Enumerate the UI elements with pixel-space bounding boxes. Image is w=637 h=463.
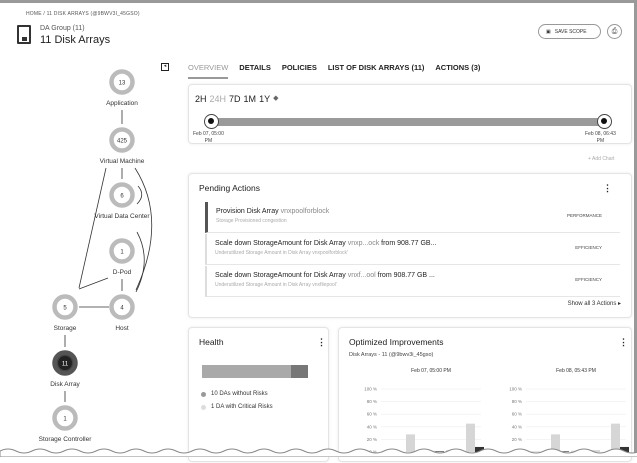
breadcrumb[interactable]: HOME / 11 DISK ARRAYS (@9BWV3I_45GSO) [26,11,140,17]
tab-bar: OVERVIEW DETAILS POLICIES LIST OF DISK A… [188,63,480,79]
save-icon: ▣ [546,28,551,35]
health-card: Health ⋮ 10 DAs without Risks 1 DA with … [188,327,329,462]
node-label: Storage Controller [39,436,93,443]
supply-chain-graph: 13 Application 425 Virtual Machine 6Virtual … [39,69,153,444]
graph-node-host[interactable]: 4Host [109,294,135,333]
y-tick-label: 80 % [512,399,522,404]
y-tick-label: 80 % [367,399,377,404]
graph-node-virtual-data-center[interactable]: 6Virtual Data Center [94,182,150,221]
y-tick-label: 40 % [367,424,377,429]
action-item[interactable]: Scale down StorageAmount for Disk Array … [205,266,620,297]
pending-actions-title: Pending Actions [199,183,260,193]
y-tick-label: 100 % [509,387,522,392]
graph-edge [135,231,145,293]
pending-actions-card: Pending Actions ⋮ Provision Disk Array v… [188,173,632,318]
optimized-charts: Feb 07, 05:00 PM100 %80 %60 %40 %20 %0 %… [364,368,629,455]
y-tick-label: 100 % [364,387,377,392]
y-tick-label: 40 % [512,424,522,429]
node-label: Disk Array [50,381,80,388]
graph-node-disk-array[interactable]: 11 Disk Array [50,350,81,389]
range-7d[interactable]: 7D [229,94,241,104]
graph-edge [78,167,107,289]
tab-overview[interactable]: OVERVIEW [188,63,229,79]
tab-details[interactable]: DETAILS [239,63,271,79]
timeline-end-label: Feb 08, 06:43 PM [585,131,616,144]
range-2h[interactable]: 2H [195,94,207,104]
legend-critical: 1 DA with Critical Risks [201,404,273,410]
node-label: Storage [54,325,77,332]
action-category: EFFICIENCY [575,245,602,250]
chart-title: Feb 07, 05:00 PM [411,368,451,374]
chart-title: Feb 08, 05:43 PM [556,368,596,374]
y-tick-label: 60 % [512,412,522,417]
range-24h[interactable]: 24H [210,94,227,104]
optimized-improvements-card: Optimized Improvements Disk Arrays - 11 … [338,327,632,462]
tab-list-of-disk-arrays[interactable]: LIST OF DISK ARRAYS (11) [328,63,425,79]
graph-node-storage[interactable]: 5Storage [52,294,78,333]
y-tick-label: 60 % [367,412,377,417]
print-button[interactable]: ⎙ [607,24,622,39]
collapse-panel-button[interactable]: ◂ [161,63,169,71]
add-chart-link[interactable]: + Add Chart [588,156,615,162]
action-category: EFFICIENCY [575,277,602,282]
node-label: Application [106,100,138,107]
node-label: Host [115,325,129,332]
legend-without-risk: 10 DAs without Risks [201,391,268,397]
graph-node-virtual-machine[interactable]: 425 Virtual Machine [100,127,145,166]
action-category: PERFORMANCE [566,213,602,218]
node-label: D-Pod [113,269,132,276]
graph-edge [78,277,109,290]
more-options-icon[interactable]: ⋮ [603,183,612,194]
timeline-start-handle[interactable] [204,114,219,129]
graph-node-storage-controller[interactable]: 1Storage Controller [39,405,93,444]
node-count: 13 [119,81,126,87]
range-1y[interactable]: 1Y [259,94,270,104]
graph-node-d-pod[interactable]: 1D-Pod [109,238,135,277]
node-count: 11 [62,362,69,368]
action-item[interactable]: Provision Disk Array vnxpoolforblock Sto… [205,202,620,233]
timeline-track[interactable] [211,118,605,126]
custom-range-icon[interactable]: ◆ [273,94,278,104]
save-scope-button[interactable]: ▣ SAVE SCOPE [538,24,601,39]
timeline-card: 2H 24H 7D 1M 1Y ◆ Feb 07, 05:00 PM Feb 08… [188,84,632,144]
health-bar-critical [291,365,308,378]
node-label: Virtual Machine [100,158,145,165]
health-bar-without-risk [202,365,292,378]
disk-array-icon [17,25,31,44]
y-tick-label: 20 % [512,437,522,442]
page-title: 11 Disk Arrays [40,34,111,46]
tab-actions[interactable]: ACTIONS (3) [435,63,480,79]
timeline-end-handle[interactable] [597,114,612,129]
torn-edge [0,448,637,457]
timeline-start-label: Feb 07, 05:00 PM [193,131,224,144]
graph-edge [136,185,143,205]
show-all-actions-link[interactable]: Show all 3 Actions ▸ [568,300,621,307]
range-1m[interactable]: 1M [244,94,257,104]
graph-node-application[interactable]: 13 Application [106,69,138,108]
time-range-selector: 2H 24H 7D 1M 1Y ◆ [195,94,278,104]
page-subtitle: DA Group (11) [40,25,85,32]
y-tick-label: 20 % [367,437,377,442]
health-title: Health [199,337,224,347]
node-count: 425 [117,139,128,145]
action-item[interactable]: Scale down StorageAmount for Disk Array … [205,234,620,265]
print-icon: ⎙ [611,27,618,35]
more-options-icon[interactable]: ⋮ [317,337,326,348]
health-bar [202,365,308,378]
node-label: Virtual Data Center [94,213,150,220]
tab-policies[interactable]: POLICIES [282,63,317,79]
